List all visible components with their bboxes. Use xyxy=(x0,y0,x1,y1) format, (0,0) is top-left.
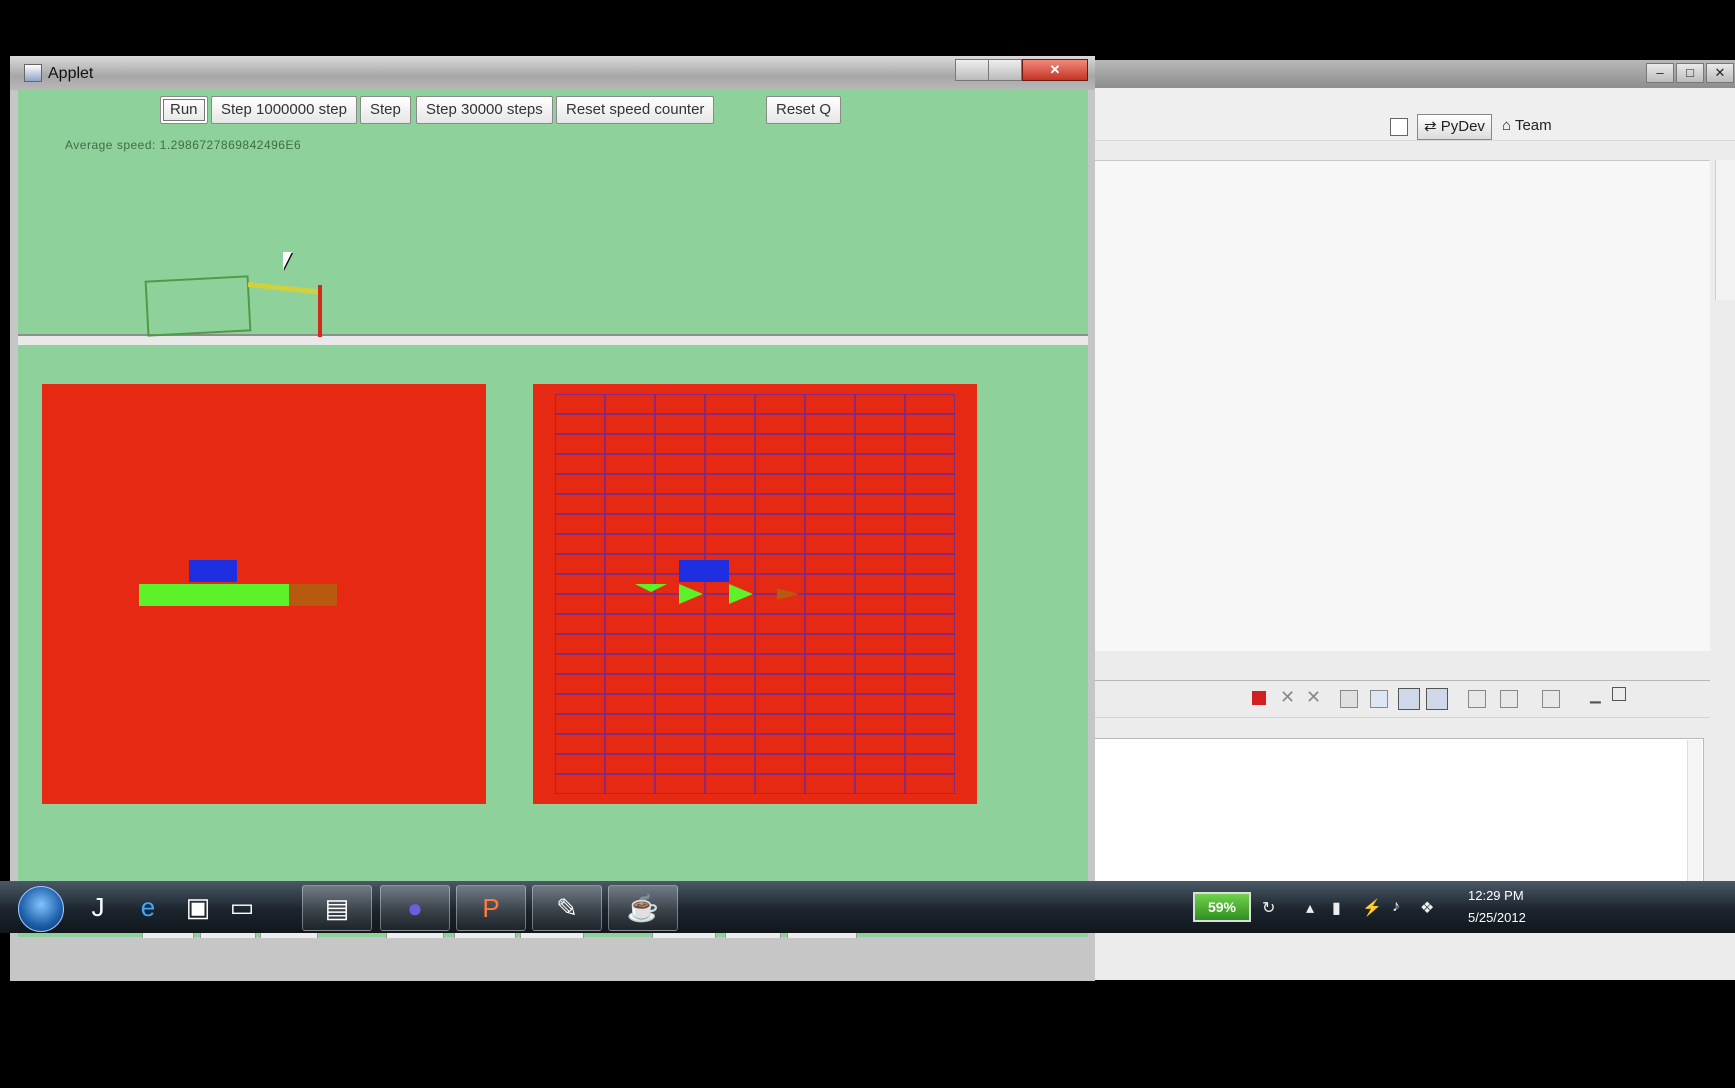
track-bar-green xyxy=(139,584,289,606)
sync-icon[interactable]: ↻ xyxy=(1262,898,1275,918)
eclipse-icon[interactable]: ● xyxy=(380,885,450,931)
run-button[interactable]: Run xyxy=(160,96,208,124)
java-icon[interactable]: ☕ xyxy=(608,885,678,931)
scroll-lock-icon[interactable] xyxy=(1370,690,1388,708)
show-console-icon[interactable] xyxy=(1398,688,1420,710)
policy-arrow-icon xyxy=(635,584,667,592)
average-speed-label: Average speed: 1.2986727869842496E6 xyxy=(65,138,302,152)
clear-console-icon[interactable] xyxy=(1340,690,1358,708)
minimize-button[interactable] xyxy=(955,59,989,81)
display-console-icon[interactable] xyxy=(1500,690,1518,708)
new-console-icon[interactable] xyxy=(1542,690,1560,708)
maximize-view-icon[interactable] xyxy=(1612,687,1626,701)
console-output[interactable] xyxy=(1090,738,1704,895)
explorer-icon[interactable]: ▣ xyxy=(176,885,220,929)
java-applet-icon xyxy=(24,64,42,82)
track-bar-brown xyxy=(289,584,337,606)
policy-arrow-icon xyxy=(777,588,799,600)
tool-icon[interactable]: ✎ xyxy=(532,885,602,931)
perspective-team[interactable]: ⌂ Team xyxy=(1502,114,1552,138)
agent-block xyxy=(679,560,729,582)
eclipse-window: – □ ✕ ⇄ PyDev ⌂ Team ✕ ✕ ▁ xyxy=(1090,60,1735,980)
pydev-icon: ⇄ xyxy=(1424,118,1437,135)
outline-sidebar[interactable] xyxy=(1715,160,1735,300)
state-view-left xyxy=(42,384,486,804)
reset-speed-counter-button[interactable]: Reset speed counter xyxy=(556,96,715,124)
clock-time[interactable]: 12:29 PM xyxy=(1468,888,1524,903)
dropbox-icon[interactable]: ❖ xyxy=(1420,898,1434,918)
cart-shape xyxy=(144,275,252,337)
eclipse-maximize-button[interactable]: □ xyxy=(1676,63,1704,83)
perspective-pydev[interactable]: ⇄ PyDev xyxy=(1417,114,1492,140)
editor-area[interactable] xyxy=(1090,160,1710,651)
q-table-view-right xyxy=(533,384,977,804)
step-30000-button[interactable]: Step 30000 steps xyxy=(416,96,553,124)
network-icon[interactable]: ▮ xyxy=(1332,898,1341,918)
console-toolbar: ✕ ✕ ▁ xyxy=(1090,680,1710,718)
folder-icon[interactable]: ▤ xyxy=(302,885,372,931)
team-icon: ⌂ xyxy=(1502,117,1512,134)
eclipse-titlebar: – □ ✕ xyxy=(1090,60,1735,88)
open-perspective-icon[interactable] xyxy=(1390,118,1408,136)
eclipse-minimize-button[interactable]: – xyxy=(1646,63,1674,83)
start-orb-icon[interactable] xyxy=(18,886,64,932)
reset-q-button[interactable]: Reset Q xyxy=(766,96,842,124)
maximize-button[interactable] xyxy=(988,59,1022,81)
agent-block xyxy=(189,560,237,582)
remove-launch-icon[interactable]: ✕ xyxy=(1280,687,1295,708)
q-table-grid xyxy=(555,394,955,794)
pin-console-icon[interactable] xyxy=(1426,688,1448,710)
battery-indicator[interactable]: 59% xyxy=(1193,892,1251,922)
jetbrains-icon[interactable]: J xyxy=(76,885,120,929)
volume-icon[interactable]: ♪ xyxy=(1392,898,1400,916)
applet-titlebar[interactable]: Applet ✕ xyxy=(10,56,1095,90)
terminate-icon[interactable] xyxy=(1252,691,1266,705)
step-1000000-button[interactable]: Step 1000000 step xyxy=(211,96,357,124)
remove-all-icon[interactable]: ✕ xyxy=(1306,687,1321,708)
power-icon[interactable]: ⚡ xyxy=(1362,898,1382,918)
clock-date[interactable]: 5/25/2012 xyxy=(1468,910,1526,925)
powerpoint-icon[interactable]: P xyxy=(456,885,526,931)
console-scrollbar[interactable] xyxy=(1687,740,1702,892)
mouse-cursor-icon xyxy=(283,252,292,270)
ie-icon[interactable]: e xyxy=(126,885,170,929)
step-button[interactable]: Step xyxy=(360,96,411,124)
policy-arrow-icon xyxy=(729,584,753,604)
eclipse-toolbar xyxy=(1090,88,1735,141)
desktop-icon[interactable]: ▭ xyxy=(220,885,264,929)
policy-arrow-icon xyxy=(679,584,703,604)
eclipse-close-button[interactable]: ✕ xyxy=(1706,63,1734,83)
close-button[interactable]: ✕ xyxy=(1022,59,1088,81)
pole-post-shape xyxy=(318,285,322,337)
minimize-view-icon[interactable]: ▁ xyxy=(1590,687,1601,704)
open-console-icon[interactable] xyxy=(1468,690,1486,708)
show-hidden-icons[interactable]: ▴ xyxy=(1306,898,1314,918)
window-title: Applet xyxy=(48,65,94,82)
